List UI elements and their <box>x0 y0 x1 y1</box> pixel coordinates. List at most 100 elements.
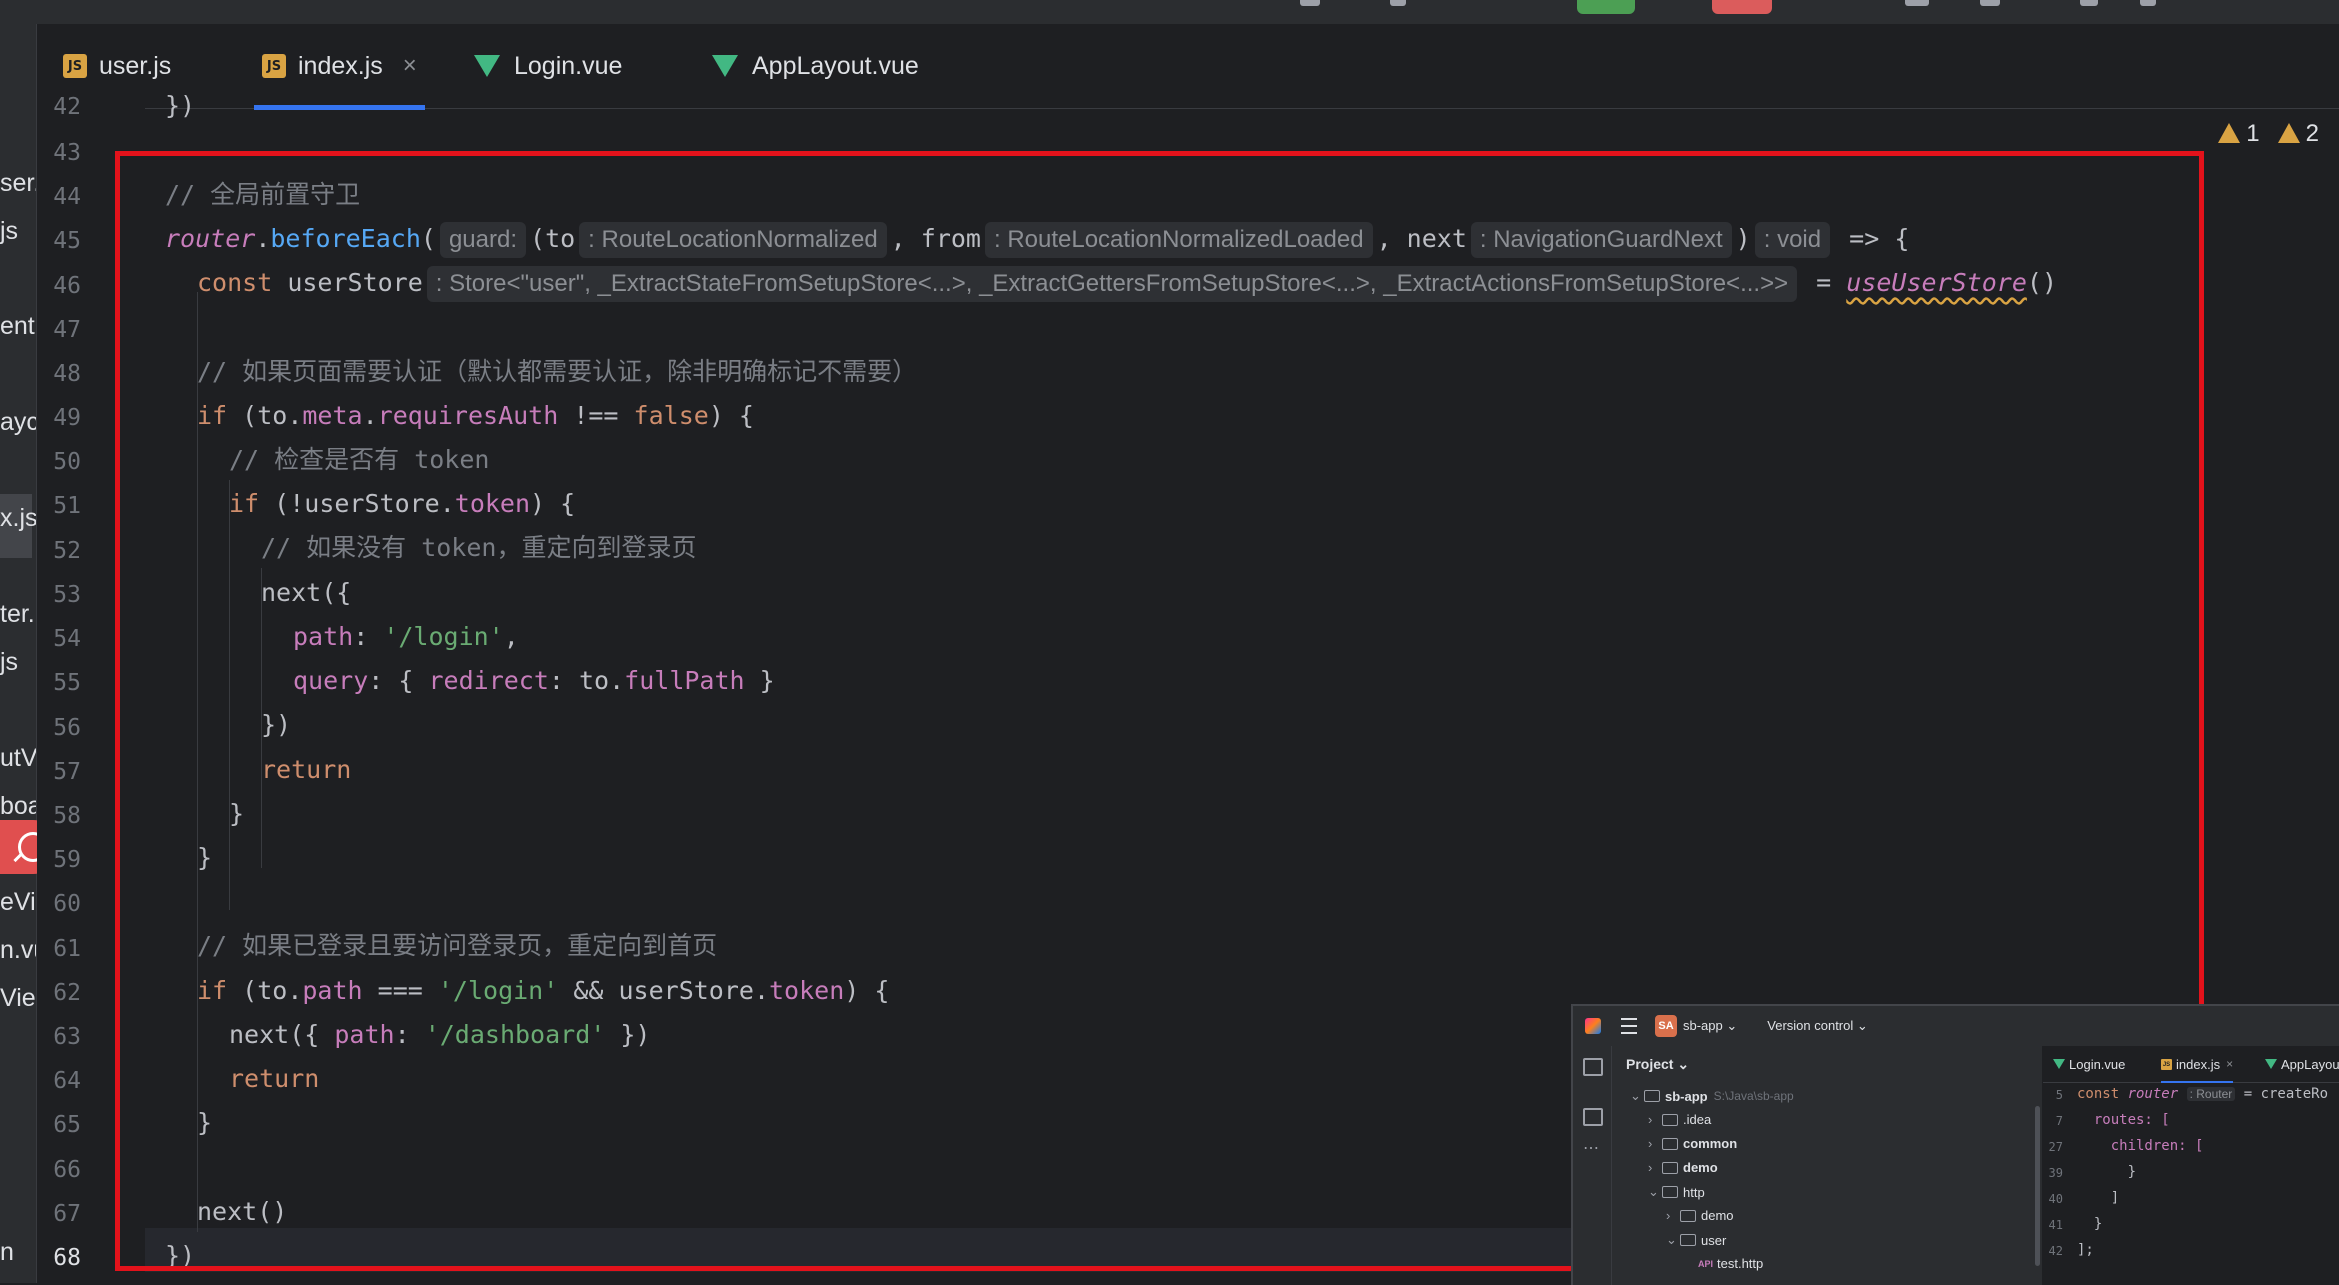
run-button[interactable] <box>1577 0 1635 14</box>
tree-node: ⌄ sb-app S:\Java\sb-app <box>1630 1088 1794 1104</box>
file-name-fragment[interactable]: x.js <box>0 504 36 533</box>
code-line: if (!userStore.token) { <box>229 489 576 518</box>
line-number: 60 <box>53 891 81 917</box>
tree-node: API test.http <box>1698 1256 1764 1271</box>
code-line: }) <box>261 710 292 739</box>
code-line: if (to.path === '/login' && userStore.to… <box>197 976 890 1005</box>
code-line: next({ path: '/dashboard' }) <box>229 1020 651 1049</box>
editor-tab-bar: JS user.js JS index.js × Login.vue AppLa… <box>37 24 2339 110</box>
param-hint: guard: <box>439 222 527 258</box>
mini-tab: Login.vue <box>2053 1046 2125 1082</box>
tab-index-js[interactable]: JS index.js × <box>254 24 425 110</box>
warning-icon <box>2218 123 2241 143</box>
toolbar-icon[interactable] <box>1980 0 2000 6</box>
project-tool-window: ser. js ent ayc x.js ter. js utVi boa eV… <box>0 24 37 1283</box>
mini-editor-tabs: Login.vue JSindex.js× AppLayout.vue <box>2043 1046 2339 1083</box>
code-line: // 全局前置守卫 <box>165 180 361 209</box>
line-number: 68 <box>53 1245 81 1271</box>
line-number: 48 <box>53 361 81 387</box>
weak-warning-count[interactable]: 2 <box>2277 120 2319 148</box>
mini-tab: AppLayout.vue <box>2265 1046 2339 1082</box>
vue-file-icon <box>474 55 500 77</box>
line-number: 46 <box>53 273 81 299</box>
tab-applayout-vue[interactable]: AppLayout.vue <box>712 24 919 108</box>
line-number: 66 <box>53 1157 81 1183</box>
code-line: // 如果已登录且要访问登录页，重定向到首页 <box>197 931 718 960</box>
toolbar-icon[interactable] <box>1390 0 1406 6</box>
tree-node: › demo <box>1648 1160 1718 1175</box>
file-name-fragment[interactable]: ter. <box>0 600 35 629</box>
mini-project-switcher: SA sb-app ⌄ <box>1655 1015 1737 1037</box>
mini-tool-strip: ⋯ <box>1573 1046 1612 1285</box>
code-line: }) <box>165 91 196 120</box>
line-number: 62 <box>53 980 81 1006</box>
toolbar-icon[interactable] <box>2140 0 2156 6</box>
code-line: path: '/login', <box>293 622 519 651</box>
inspection-widget[interactable]: 1 2 <box>2218 120 2319 148</box>
line-number: 67 <box>53 1201 81 1227</box>
code-line: }) <box>165 1241 196 1270</box>
line-number-gutter: 42 43 44 45 46 47 48 49 50 51 52 53 54 5… <box>37 94 145 1283</box>
tree-node: › .idea <box>1648 1112 1712 1127</box>
file-name-fragment[interactable]: js <box>0 648 18 677</box>
mini-project-tree: Project ⌄ ⌄ sb-app S:\Java\sb-app › .idea ›… <box>1612 1046 2042 1285</box>
line-number: 50 <box>53 449 81 475</box>
menu-icon <box>1621 1018 1637 1034</box>
code-line: router.beforeEach(guard: (to: RouteLocati… <box>165 217 1909 261</box>
file-name-fragment[interactable]: ent <box>0 312 35 341</box>
tree-node: › demo <box>1666 1208 1734 1223</box>
file-name-fragment[interactable]: Vie <box>0 984 36 1013</box>
line-number: 65 <box>53 1112 81 1138</box>
warning-count[interactable]: 1 <box>2218 120 2260 148</box>
line-number: 42 <box>53 94 81 120</box>
search-icon[interactable] <box>2080 0 2098 6</box>
mini-title-bar: SA sb-app ⌄ Version control ⌄ <box>1573 1006 2339 1046</box>
line-number: 52 <box>53 538 81 564</box>
js-file-icon: JS <box>262 54 286 78</box>
code-line: } <box>197 843 213 872</box>
line-number: 64 <box>53 1068 81 1094</box>
warning-icon <box>2277 123 2300 143</box>
file-name-fragment[interactable]: ayc <box>0 408 36 437</box>
file-name-fragment[interactable]: eVi <box>0 888 36 917</box>
type-hint: : RouteLocationNormalized <box>579 222 887 258</box>
mini-tab: JS index.js × <box>2161 1046 2234 1083</box>
tab-label: Login.vue <box>514 51 623 80</box>
line-number: 51 <box>53 493 81 519</box>
toolbar-icon[interactable] <box>1300 0 1320 6</box>
code-line: return <box>229 1064 320 1093</box>
code-line: if (to.meta.requiresAuth !== false) { <box>197 401 754 430</box>
intellij-logo-icon <box>1585 1018 1601 1034</box>
code-line: query: { redirect: to.fullPath } <box>293 666 775 695</box>
code-line: // 如果页面需要认证（默认都需要认证，除非明确标记不需要） <box>197 357 918 386</box>
vue-file-icon <box>712 55 738 77</box>
file-name-fragment[interactable]: js <box>0 217 18 246</box>
structure-icon <box>1583 1108 1603 1126</box>
code-line: } <box>229 799 245 828</box>
line-number: 47 <box>53 317 81 343</box>
line-number: 44 <box>53 184 81 210</box>
close-icon[interactable]: × <box>403 52 417 80</box>
line-number: 45 <box>53 228 81 254</box>
toolbar-icon[interactable] <box>1905 0 1929 6</box>
tab-login-vue[interactable]: Login.vue <box>474 24 622 108</box>
more-icon: ⋯ <box>1583 1140 1599 1157</box>
type-hint: : RouteLocationNormalizedLoaded <box>984 222 1373 258</box>
line-number: 59 <box>53 847 81 873</box>
stop-button[interactable] <box>1712 0 1772 14</box>
file-name-fragment[interactable]: ser. <box>0 169 36 198</box>
file-name-fragment[interactable]: n.vu <box>0 936 36 965</box>
file-name-fragment[interactable]: boa <box>0 792 36 821</box>
line-number: 61 <box>53 936 81 962</box>
folder-icon <box>1583 1058 1603 1076</box>
line-number: 43 <box>53 140 81 166</box>
file-name-fragment[interactable]: utVi <box>0 744 36 773</box>
code-line: next() <box>197 1197 288 1226</box>
tree-node: ⌄ user <box>1666 1232 1727 1248</box>
line-number: 55 <box>53 670 81 696</box>
file-name-fragment[interactable]: n <box>0 1238 14 1267</box>
type-hint: : NavigationGuardNext <box>1470 222 1732 258</box>
code-line: const userStore: Store<"user", _ExtractS… <box>197 261 2057 305</box>
line-number: 49 <box>53 405 81 431</box>
line-number: 63 <box>53 1024 81 1050</box>
